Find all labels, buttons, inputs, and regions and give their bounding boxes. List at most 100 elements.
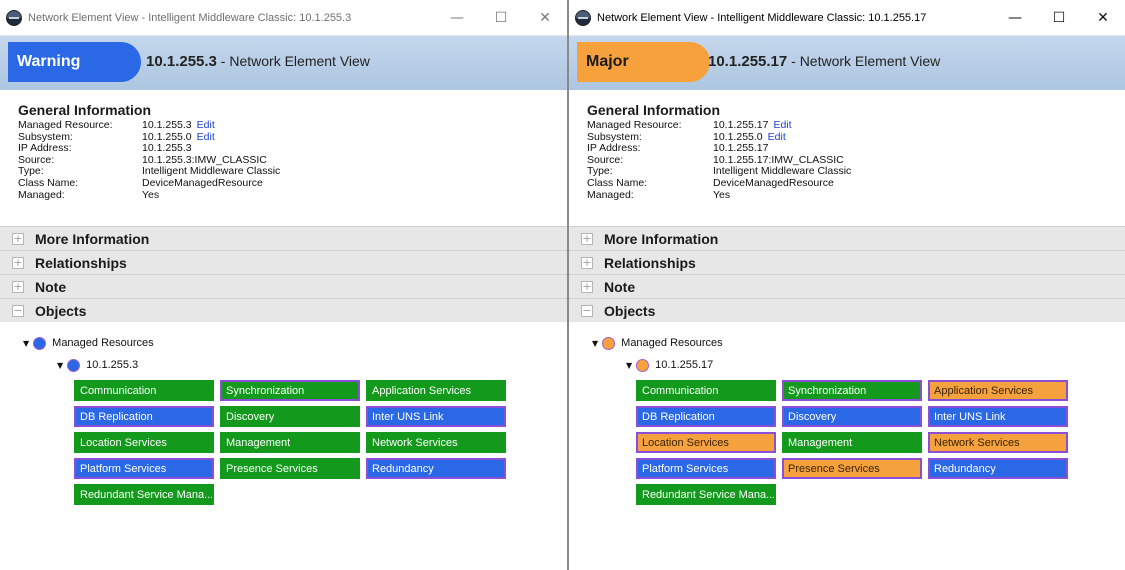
page-title: 10.1.255.17 - Network Element View bbox=[708, 53, 940, 70]
app-icon bbox=[575, 9, 591, 26]
edit-link[interactable]: Edit bbox=[197, 119, 215, 131]
edit-link[interactable]: Edit bbox=[197, 131, 215, 143]
expand-triangle-icon[interactable]: ▼ bbox=[57, 361, 63, 370]
service-tile[interactable]: Network Services bbox=[928, 432, 1068, 453]
service-tile[interactable]: Redundancy bbox=[928, 458, 1068, 479]
info-value-text: 10.1.255.3 bbox=[142, 119, 192, 131]
expand-icon[interactable]: + bbox=[12, 280, 24, 293]
info-row: Managed Resource: 10.1.255.3 Edit bbox=[18, 119, 567, 132]
info-label: Class Name: bbox=[18, 176, 79, 189]
expand-triangle-icon[interactable]: ▼ bbox=[592, 339, 598, 348]
service-tile[interactable]: Presence Services bbox=[782, 458, 922, 479]
window-title: Network Element View - Intelligent Middl… bbox=[597, 11, 927, 24]
info-value: DeviceManagedResource bbox=[142, 177, 263, 190]
objects-tree: ▼ Managed Resources ▼ 10.1.255.17 Communicat… bbox=[569, 322, 1125, 505]
service-grid: Communication Synchronization Application … bbox=[74, 380, 567, 505]
close-button[interactable]: ✕ bbox=[1081, 0, 1125, 36]
maximize-button[interactable]: ☐ bbox=[479, 0, 523, 36]
service-tile[interactable]: Platform Services bbox=[636, 458, 776, 479]
network-element-window-left: Network Element View - Intelligent Middl… bbox=[0, 0, 567, 570]
info-row: Source: 10.1.255.17:IMW_CLASSIC bbox=[587, 154, 1125, 167]
minimize-button[interactable]: — bbox=[435, 0, 479, 36]
service-tile[interactable]: Communication bbox=[636, 380, 776, 401]
section-relationships[interactable]: + Relationships bbox=[0, 250, 567, 274]
service-tile[interactable]: Synchronization bbox=[782, 380, 922, 401]
service-tile[interactable]: Redundant Service Mana... bbox=[74, 484, 214, 505]
service-tile[interactable]: Inter UNS Link bbox=[928, 406, 1068, 427]
service-tile[interactable]: DB Replication bbox=[636, 406, 776, 427]
service-grid: Communication Synchronization Application … bbox=[636, 380, 1125, 505]
info-value-text: Yes bbox=[142, 188, 160, 201]
info-label: Managed Resource: bbox=[18, 119, 113, 131]
edit-link[interactable]: Edit bbox=[773, 119, 791, 131]
close-button[interactable]: ✕ bbox=[523, 0, 567, 36]
info-row: IP Address: 10.1.255.17 bbox=[587, 142, 1125, 155]
tree-node-device[interactable]: ▼ 10.1.255.17 bbox=[569, 354, 1125, 376]
tree-node-managed-resources[interactable]: ▼ Managed Resources bbox=[0, 332, 567, 354]
expand-triangle-icon[interactable]: ▼ bbox=[626, 361, 632, 370]
collapse-icon[interactable]: − bbox=[12, 304, 24, 317]
expand-icon[interactable]: + bbox=[12, 256, 24, 269]
service-tile[interactable]: Application Services bbox=[366, 380, 506, 401]
title-bar[interactable]: Network Element View - Intelligent Middl… bbox=[569, 0, 1125, 36]
section-objects[interactable]: − Objects bbox=[569, 298, 1125, 322]
service-tile[interactable]: Location Services bbox=[636, 432, 776, 453]
objects-tree: ▼ Managed Resources ▼ 10.1.255.3 Communicati… bbox=[0, 322, 567, 505]
info-value-text: 10.1.255.3:IMW_CLASSIC bbox=[142, 153, 267, 166]
tree-node-managed-resources[interactable]: ▼ Managed Resources bbox=[569, 332, 1125, 354]
collapse-icon[interactable]: − bbox=[581, 304, 593, 317]
title-bar[interactable]: Network Element View - Intelligent Middl… bbox=[0, 0, 567, 36]
general-information-heading: General Information bbox=[18, 102, 152, 118]
edit-link[interactable]: Edit bbox=[768, 131, 786, 143]
expand-icon[interactable]: + bbox=[581, 256, 593, 269]
expand-triangle-icon[interactable]: ▼ bbox=[23, 339, 29, 348]
section-more-information[interactable]: + More Information bbox=[0, 226, 567, 250]
maximize-button[interactable]: ☐ bbox=[1037, 0, 1081, 36]
service-tile[interactable]: Communication bbox=[74, 380, 214, 401]
status-dot-icon bbox=[67, 358, 81, 372]
section-label: More Information bbox=[35, 230, 150, 247]
section-label: Relationships bbox=[35, 254, 127, 271]
section-label: Objects bbox=[35, 302, 87, 319]
info-row: Class Name: DeviceManagedResource bbox=[18, 176, 567, 190]
general-information-heading: General Information bbox=[587, 102, 721, 118]
section-more-information[interactable]: + More Information bbox=[569, 226, 1125, 250]
severity-badge: Major bbox=[577, 42, 710, 82]
tree-node-device[interactable]: ▼ 10.1.255.3 bbox=[0, 354, 567, 376]
service-tile[interactable]: Network Services bbox=[366, 432, 506, 453]
header-suffix: - Network Element View bbox=[787, 53, 941, 69]
info-value-text: 10.1.255.0 bbox=[713, 130, 763, 143]
service-tile[interactable]: Redundancy bbox=[366, 458, 506, 479]
info-value: DeviceManagedResource bbox=[713, 177, 834, 190]
header-ip: 10.1.255.3 bbox=[146, 53, 217, 70]
service-tile[interactable]: Discovery bbox=[782, 406, 922, 427]
service-tile[interactable]: Management bbox=[782, 432, 922, 453]
header-suffix: - Network Element View bbox=[216, 53, 370, 69]
service-tile[interactable]: Management bbox=[220, 432, 360, 453]
service-tile[interactable]: Synchronization bbox=[220, 380, 360, 401]
general-information: General Information Managed Resource: 10.1… bbox=[0, 90, 567, 226]
section-note[interactable]: + Note bbox=[0, 274, 567, 298]
info-row: Subsystem: 10.1.255.0 Edit bbox=[18, 131, 567, 144]
service-tile[interactable]: Location Services bbox=[74, 432, 214, 453]
minimize-button[interactable]: — bbox=[993, 0, 1037, 36]
info-label: Managed Resource: bbox=[587, 119, 682, 131]
header-ip: 10.1.255.17 bbox=[708, 53, 788, 70]
service-tile[interactable]: Inter UNS Link bbox=[366, 406, 506, 427]
section-relationships[interactable]: + Relationships bbox=[569, 250, 1125, 274]
service-tile[interactable]: Application Services bbox=[928, 380, 1068, 401]
section-note[interactable]: + Note bbox=[569, 274, 1125, 298]
service-tile[interactable]: DB Replication bbox=[74, 406, 214, 427]
network-element-window-right: Network Element View - Intelligent Middl… bbox=[569, 0, 1125, 570]
expand-icon[interactable]: + bbox=[581, 280, 593, 293]
section-label: Note bbox=[604, 278, 636, 295]
service-tile[interactable]: Redundant Service Mana... bbox=[636, 484, 776, 505]
info-value-text: 10.1.255.17 bbox=[713, 142, 769, 155]
service-tile[interactable]: Presence Services bbox=[220, 458, 360, 479]
service-tile[interactable]: Platform Services bbox=[74, 458, 214, 479]
section-objects[interactable]: − Objects bbox=[0, 298, 567, 322]
expand-icon[interactable]: + bbox=[581, 232, 593, 245]
service-tile[interactable]: Discovery bbox=[220, 406, 360, 427]
expand-icon[interactable]: + bbox=[12, 232, 24, 245]
window-title: Network Element View - Intelligent Middl… bbox=[28, 11, 352, 24]
